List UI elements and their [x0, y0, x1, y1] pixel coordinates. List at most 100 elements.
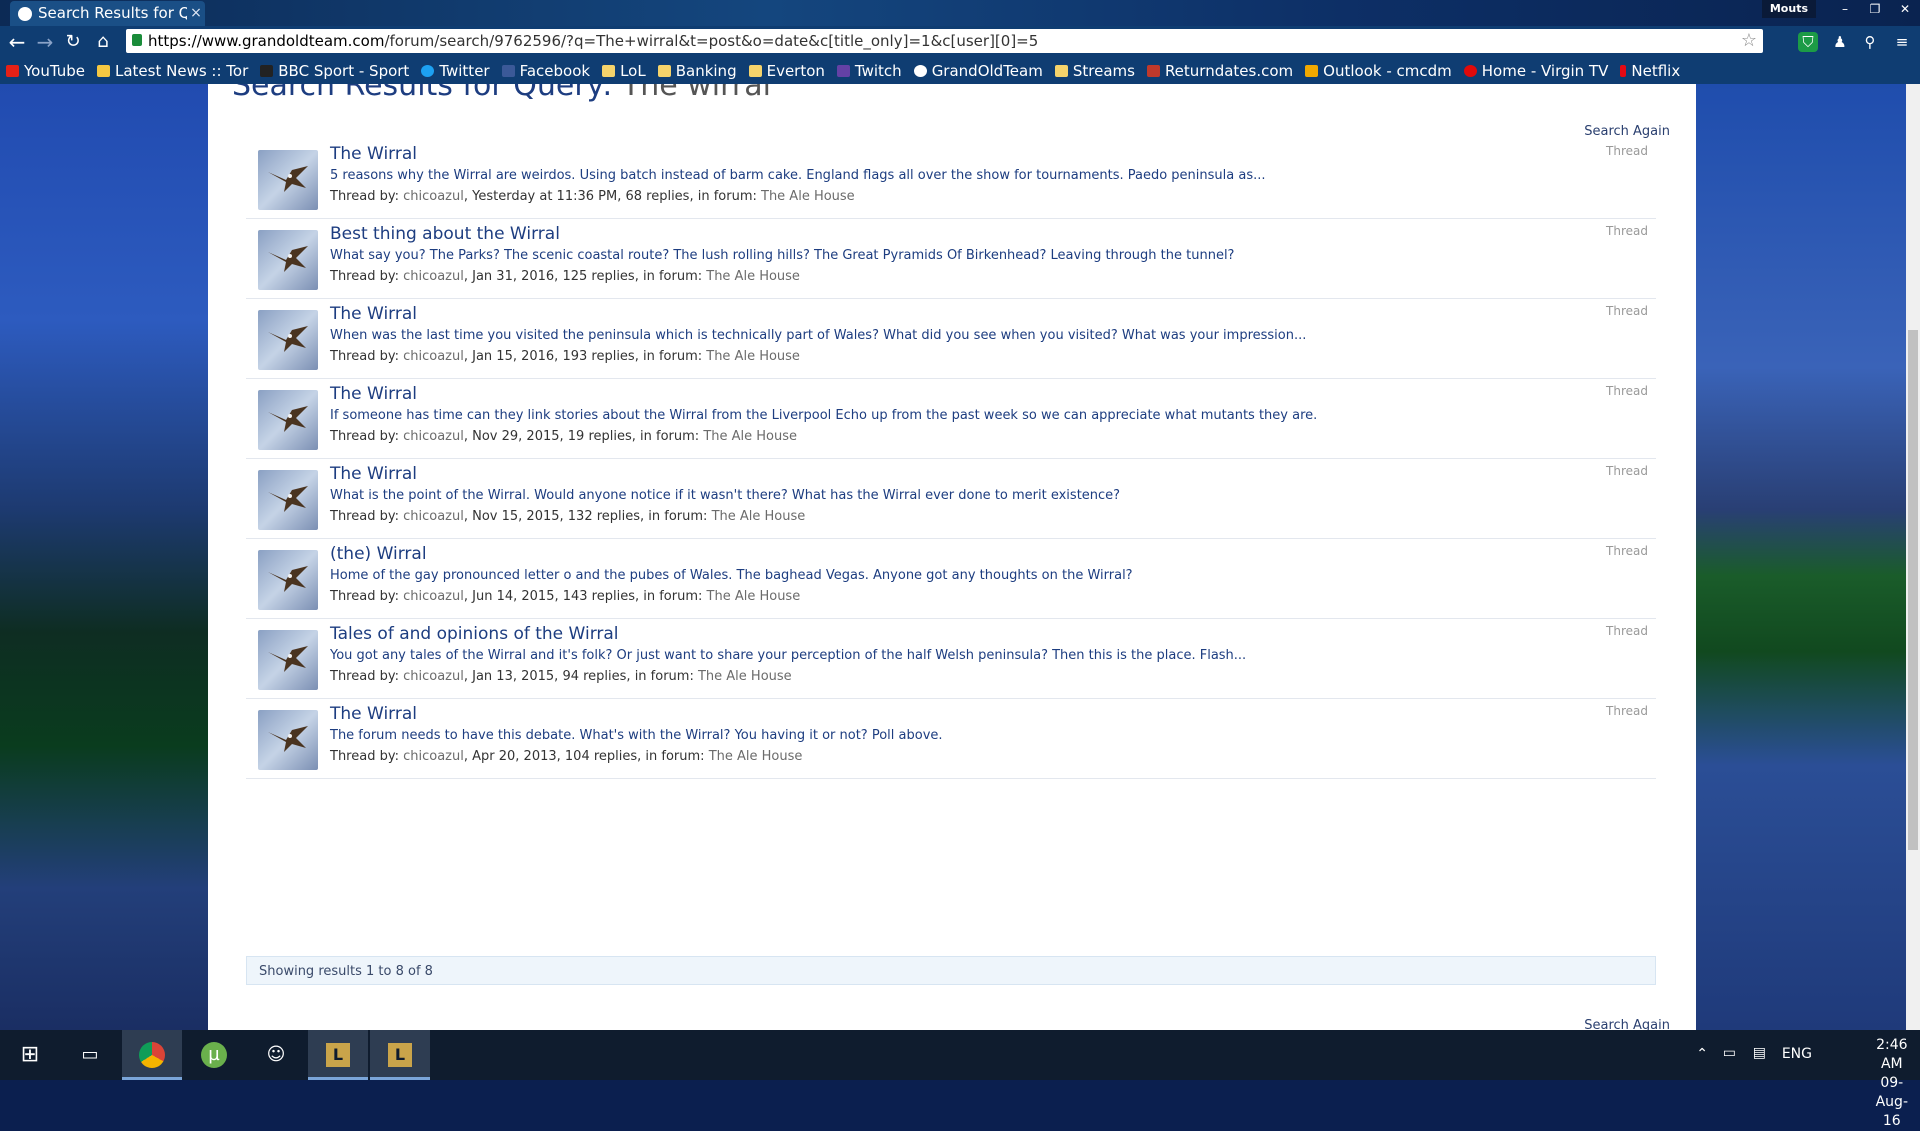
result-details: , Jan 15, 2016, 193 replies, in forum: [463, 349, 707, 364]
result-author[interactable]: chicoazul [403, 349, 464, 364]
chevron-up-icon[interactable]: ⌃ [1696, 1046, 1708, 1062]
avatar[interactable] [258, 150, 318, 210]
language-indicator[interactable]: ENG [1782, 1046, 1812, 1062]
result-forum[interactable]: The Ale House [703, 429, 797, 444]
result-title[interactable]: Best thing about the Wirral [330, 224, 560, 244]
bookmark-folder-banking[interactable]: Banking [657, 62, 737, 80]
search-again-link[interactable]: Search Again [1584, 124, 1670, 139]
search-again-link-bottom[interactable]: Search Again [1584, 1018, 1670, 1030]
home-icon[interactable]: ⌂ [90, 30, 116, 54]
result-type: Thread [1606, 144, 1648, 158]
network-icon[interactable]: ▭ [1723, 1045, 1736, 1061]
bookmark-youtube[interactable]: YouTube [6, 62, 85, 80]
bookmark-outlook[interactable]: Outlook - cmcdm [1305, 62, 1452, 80]
result-title[interactable]: (the) Wirral [330, 544, 427, 564]
bookmark-folder-everton[interactable]: Everton [748, 62, 825, 80]
result-forum[interactable]: The Ale House [761, 189, 855, 204]
result-details: , Apr 20, 2013, 104 replies, in forum: [463, 749, 709, 764]
address-bar[interactable]: https://www.grandoldteam.com/forum/searc… [126, 29, 1763, 53]
avatar[interactable] [258, 470, 318, 530]
result-forum[interactable]: The Ale House [706, 269, 800, 284]
avatar[interactable] [258, 390, 318, 450]
bookmark-grandoldteam[interactable]: GrandOldTeam [913, 62, 1043, 80]
scrollbar-thumb[interactable] [1908, 330, 1918, 850]
back-arrow-icon[interactable]: ← [4, 30, 30, 54]
bookmark-twitter[interactable]: Twitter [421, 62, 490, 80]
bookmark-returndates[interactable]: Returndates.com [1146, 62, 1293, 80]
bird-icon [268, 326, 308, 352]
reload-icon[interactable]: ↻ [60, 30, 86, 54]
avatar[interactable] [258, 550, 318, 610]
result-title[interactable]: The Wirral [330, 464, 417, 484]
shield-extension-icon[interactable]: ⛉ [1798, 32, 1818, 52]
result-author[interactable]: chicoazul [403, 669, 464, 684]
result-forum[interactable]: The Ale House [712, 509, 806, 524]
bookmark-virgin-tv[interactable]: Home - Virgin TV [1463, 62, 1608, 80]
menu-icon[interactable]: ≡ [1892, 32, 1912, 52]
result-row: Best thing about the Wirral What say you?… [246, 218, 1656, 299]
page-title-query: The wirral [621, 84, 771, 103]
result-title[interactable]: The Wirral [330, 304, 417, 324]
ghostery-extension-icon[interactable]: ♟ [1830, 32, 1850, 52]
result-details: , Jan 31, 2016, 125 replies, in forum: [463, 269, 707, 284]
bbc-icon [260, 65, 274, 77]
result-by-label: Thread by: [330, 669, 404, 684]
bookmark-folder-streams[interactable]: Streams [1054, 62, 1135, 80]
profile-button[interactable]: Mouts [1761, 0, 1816, 18]
result-meta: Thread by: chicoazul, Yesterday at 11:36… [330, 189, 855, 204]
avatar[interactable] [258, 630, 318, 690]
action-center-icon[interactable]: ▤ [1753, 1045, 1766, 1061]
league-icon[interactable]: L [308, 1030, 368, 1080]
restore-button[interactable]: ❐ [1860, 0, 1890, 18]
result-forum[interactable]: The Ale House [709, 749, 803, 764]
minimize-button[interactable]: – [1830, 0, 1860, 18]
bookmark-folder-lol[interactable]: LoL [602, 62, 646, 80]
result-author[interactable]: chicoazul [403, 269, 464, 284]
result-forum[interactable]: The Ale House [707, 589, 801, 604]
clock[interactable]: 2:46 AM 09-Aug-16 [1876, 1036, 1908, 1131]
result-title[interactable]: Tales of and opinions of the Wirral [330, 624, 619, 644]
bookmark-star-icon[interactable]: ☆ [1741, 29, 1757, 53]
league-icon-2[interactable]: L [370, 1030, 430, 1080]
utorrent-icon[interactable]: µ [184, 1030, 244, 1080]
chrome-icon[interactable] [122, 1030, 182, 1080]
youtube-icon [6, 65, 19, 77]
result-author[interactable]: chicoazul [403, 509, 464, 524]
result-author[interactable]: chicoazul [403, 749, 464, 764]
start-icon[interactable]: ⊞ [0, 1030, 60, 1080]
result-row: (the) Wirral Home of the gay pronounced l… [246, 538, 1656, 619]
result-author[interactable]: chicoazul [403, 429, 464, 444]
result-details: , Nov 29, 2015, 19 replies, in forum: [463, 429, 704, 444]
result-row: The Wirral If someone has time can they l… [246, 378, 1656, 459]
close-window-button[interactable]: ✕ [1890, 0, 1920, 18]
result-forum[interactable]: The Ale House [706, 349, 800, 364]
avatar[interactable] [258, 230, 318, 290]
task-view-icon[interactable]: ▭ [60, 1030, 120, 1080]
clock-date: 09-Aug-16 [1875, 1075, 1908, 1129]
twitter-icon [421, 65, 435, 77]
site-favicon-icon [18, 6, 32, 21]
result-meta: Thread by: chicoazul, Nov 15, 2015, 132 … [330, 509, 805, 524]
result-details: , Yesterday at 11:36 PM, 68 replies, in … [463, 189, 761, 204]
result-title[interactable]: The Wirral [330, 704, 417, 724]
bookmark-facebook[interactable]: Facebook [501, 62, 590, 80]
result-title[interactable]: The Wirral [330, 384, 417, 404]
search-extension-icon[interactable]: ⚲ [1860, 32, 1880, 52]
bookmark-netflix[interactable]: Netflix [1620, 62, 1680, 80]
bookmark-bbc-sport[interactable]: BBC Sport - Sport [260, 62, 409, 80]
bookmark-latest-news[interactable]: Latest News :: Tor [97, 62, 248, 80]
result-type: Thread [1606, 384, 1648, 398]
forward-arrow-icon[interactable]: → [32, 30, 58, 54]
discord-icon[interactable]: ☺ [246, 1030, 306, 1080]
avatar[interactable] [258, 310, 318, 370]
result-forum[interactable]: The Ale House [698, 669, 792, 684]
result-author[interactable]: chicoazul [403, 189, 464, 204]
clock-time: 2:46 AM [1876, 1037, 1908, 1072]
browser-tab[interactable]: Search Results for Q × [10, 1, 205, 26]
result-meta: Thread by: chicoazul, Jan 31, 2016, 125 … [330, 269, 800, 284]
avatar[interactable] [258, 710, 318, 770]
result-author[interactable]: chicoazul [403, 589, 464, 604]
result-title[interactable]: The Wirral [330, 144, 417, 164]
bookmark-twitch[interactable]: Twitch [836, 62, 902, 80]
tab-close-icon[interactable]: × [187, 1, 205, 26]
